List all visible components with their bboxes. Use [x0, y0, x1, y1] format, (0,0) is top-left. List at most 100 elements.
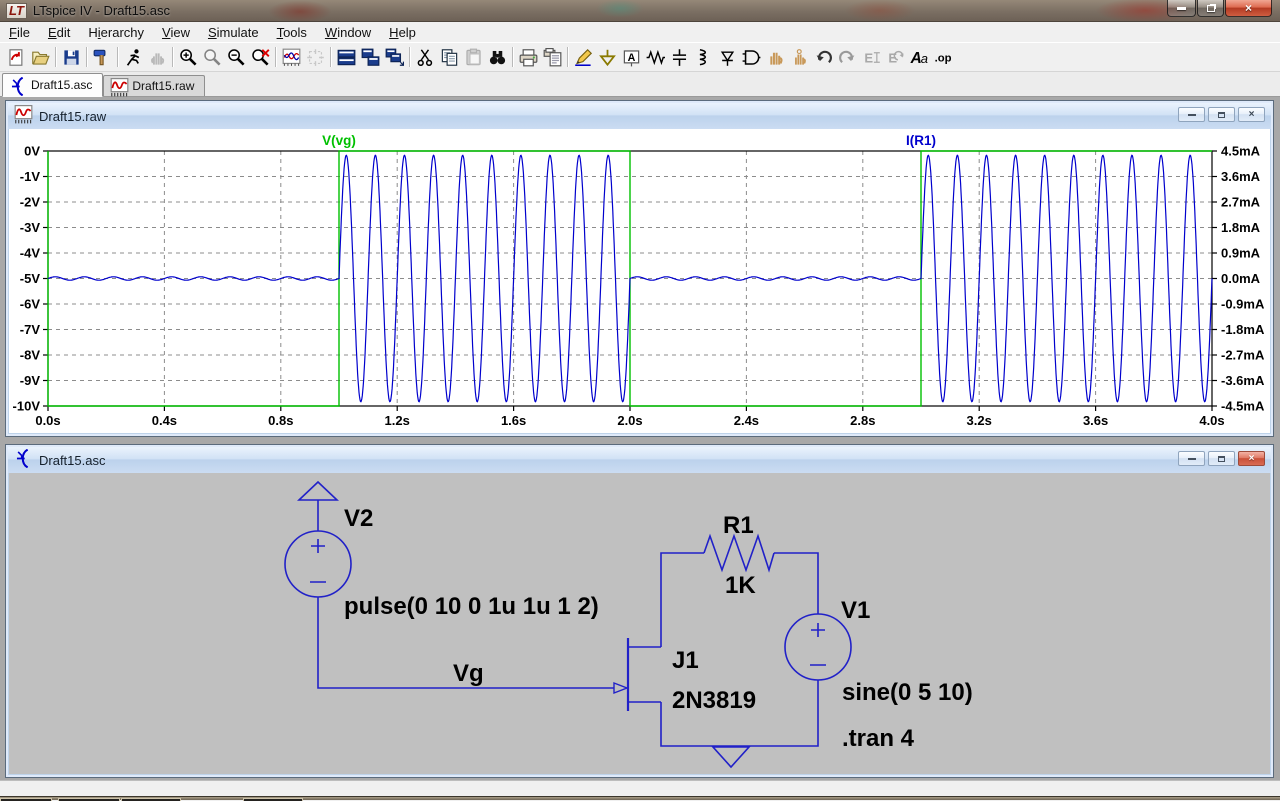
- jfet-drain-source-leads[interactable]: [628, 646, 661, 703]
- place-net-label-icon[interactable]: A: [619, 45, 643, 69]
- control-panel-icon[interactable]: [90, 45, 114, 69]
- draw-wire-icon[interactable]: [571, 45, 595, 69]
- y-left-tick-label: -8V: [20, 348, 41, 363]
- waveform-minimize-button[interactable]: [1178, 107, 1205, 122]
- undo-icon[interactable]: [811, 45, 835, 69]
- label-r1-name[interactable]: R1: [723, 512, 754, 539]
- wire-drain-r1-v1[interactable]: [660, 552, 819, 647]
- schematic-close-button[interactable]: ×: [1238, 451, 1265, 466]
- menu-item-simulate[interactable]: Simulate: [199, 23, 268, 42]
- tile-horizontal-icon[interactable]: [334, 45, 358, 69]
- open-icon[interactable]: [28, 45, 52, 69]
- ltspice-logo-icon: LT: [6, 2, 27, 19]
- label-j1-name[interactable]: J1: [672, 647, 699, 674]
- label-v1-name[interactable]: V1: [841, 597, 870, 624]
- new-schematic-icon[interactable]: [4, 45, 28, 69]
- menu-item-edit[interactable]: Edit: [39, 23, 79, 42]
- status-bar: [0, 780, 1280, 796]
- schematic-drawing: V2 pulse(0 10 0 1u 1u 1 2) Vg R1 1K J1 2N3819 V…: [284, 480, 973, 769]
- y-right-tick-label: -3.6mA: [1221, 373, 1265, 388]
- menu-item-hierarchy[interactable]: Hierarchy: [79, 23, 153, 42]
- place-text-icon[interactable]: Aa: [907, 45, 931, 69]
- zoom-in-icon[interactable]: [176, 45, 200, 69]
- label-j1-model[interactable]: 2N3819: [672, 687, 756, 714]
- tab-draft15.raw[interactable]: Draft15.raw: [103, 75, 206, 96]
- label-tran-directive[interactable]: .tran 4: [842, 725, 915, 752]
- halt-icon: [145, 45, 169, 69]
- schematic-restore-button[interactable]: [1208, 451, 1235, 466]
- ground-symbol-v2[interactable]: [296, 480, 340, 501]
- restore-icon: [1218, 111, 1225, 118]
- label-v2-name[interactable]: V2: [344, 505, 373, 532]
- menu-item-window[interactable]: Window: [316, 23, 380, 42]
- zoom-out-icon[interactable]: [224, 45, 248, 69]
- zoom-full-extents-icon[interactable]: [248, 45, 272, 69]
- paste-icon: [461, 45, 485, 69]
- toolbar-separator: [275, 47, 276, 67]
- resistor-r1[interactable]: [703, 533, 775, 573]
- save-icon[interactable]: [59, 45, 83, 69]
- menu-item-help[interactable]: Help: [380, 23, 425, 42]
- place-capacitor-icon[interactable]: [667, 45, 691, 69]
- schematic-canvas[interactable]: V2 pulse(0 10 0 1u 1u 1 2) Vg R1 1K J1 2N3819 V…: [9, 473, 1270, 774]
- menu-item-view[interactable]: View: [153, 23, 199, 42]
- y-left-tick-label: -10V: [13, 399, 41, 414]
- find-icon[interactable]: [485, 45, 509, 69]
- ground-symbol-bottom[interactable]: [711, 746, 751, 769]
- copy-icon[interactable]: [437, 45, 461, 69]
- place-diode-icon[interactable]: [715, 45, 739, 69]
- schematic-window-titlebar[interactable]: Draft15.asc ×: [8, 447, 1271, 473]
- close-button[interactable]: ×: [1225, 0, 1272, 17]
- menu-item-file[interactable]: File: [0, 23, 39, 42]
- place-component-icon[interactable]: [739, 45, 763, 69]
- v2-polarity-marks[interactable]: [310, 539, 326, 583]
- move-icon[interactable]: [763, 45, 787, 69]
- print-icon[interactable]: [516, 45, 540, 69]
- mdi-area: Draft15.raw × 0V -1V -2V -3V -4V -5V -6V -7V -8V…: [0, 97, 1280, 780]
- drag-icon[interactable]: [787, 45, 811, 69]
- y-left-tick-label: -9V: [20, 373, 41, 388]
- waveform-close-button[interactable]: ×: [1238, 107, 1265, 122]
- toolbar-separator: [567, 47, 568, 67]
- menu-item-tools[interactable]: Tools: [268, 23, 316, 42]
- jfet-gate-arrow[interactable]: [613, 681, 629, 695]
- y-right-tick-label: 0.9mA: [1221, 246, 1261, 261]
- x-tick-label: 3.6s: [1083, 413, 1108, 428]
- y-right-tick-label: 2.7mA: [1221, 195, 1261, 210]
- cascade-windows-icon[interactable]: [382, 45, 406, 69]
- x-tick-label: 3.2s: [967, 413, 992, 428]
- place-resistor-icon[interactable]: [643, 45, 667, 69]
- restore-button[interactable]: [1197, 0, 1224, 17]
- place-ground-icon[interactable]: [595, 45, 619, 69]
- mirror-icon: E: [859, 45, 883, 69]
- tile-vertical-icon[interactable]: [358, 45, 382, 69]
- minimize-button[interactable]: [1167, 0, 1196, 17]
- schematic-minimize-button[interactable]: [1178, 451, 1205, 466]
- v1-polarity-marks[interactable]: [810, 623, 826, 666]
- x-tick-label: 0.4s: [152, 413, 177, 428]
- tab-draft15.asc[interactable]: Draft15.asc: [2, 73, 104, 97]
- toolbar-separator: [409, 47, 410, 67]
- toolbar-separator: [172, 47, 173, 67]
- label-v1-value[interactable]: sine(0 5 10): [842, 679, 973, 706]
- tab-bar: Draft15.asc Draft15.raw: [0, 72, 1280, 97]
- place-inductor-icon[interactable]: [691, 45, 715, 69]
- label-r1-value[interactable]: 1K: [725, 572, 756, 599]
- legend-I(R1): I(R1): [906, 133, 936, 148]
- autorange-y-icon[interactable]: [279, 45, 303, 69]
- run-icon[interactable]: [121, 45, 145, 69]
- x-tick-label: 2.0s: [617, 413, 642, 428]
- y-right-tick-label: -4.5mA: [1221, 399, 1265, 414]
- windows-taskbar[interactable]: [0, 796, 1280, 801]
- waveform-restore-button[interactable]: [1208, 107, 1235, 122]
- label-net-vg[interactable]: Vg: [453, 660, 484, 687]
- waveform-plot-area[interactable]: 0V -1V -2V -3V -4V -5V -6V -7V -8V -9V -10V 4.5mA 3.…: [9, 129, 1270, 433]
- y-right-tick-label: -0.9mA: [1221, 297, 1265, 312]
- spice-directive-icon[interactable]: .op: [931, 45, 955, 69]
- waveform-window-titlebar[interactable]: Draft15.raw ×: [8, 103, 1271, 129]
- y-left-tick-label: -1V: [20, 169, 41, 184]
- cut-icon[interactable]: [413, 45, 437, 69]
- print-preview-icon[interactable]: [540, 45, 564, 69]
- label-v2-value[interactable]: pulse(0 10 0 1u 1u 1 2): [344, 593, 599, 620]
- legend-V(vg): V(vg): [322, 133, 356, 148]
